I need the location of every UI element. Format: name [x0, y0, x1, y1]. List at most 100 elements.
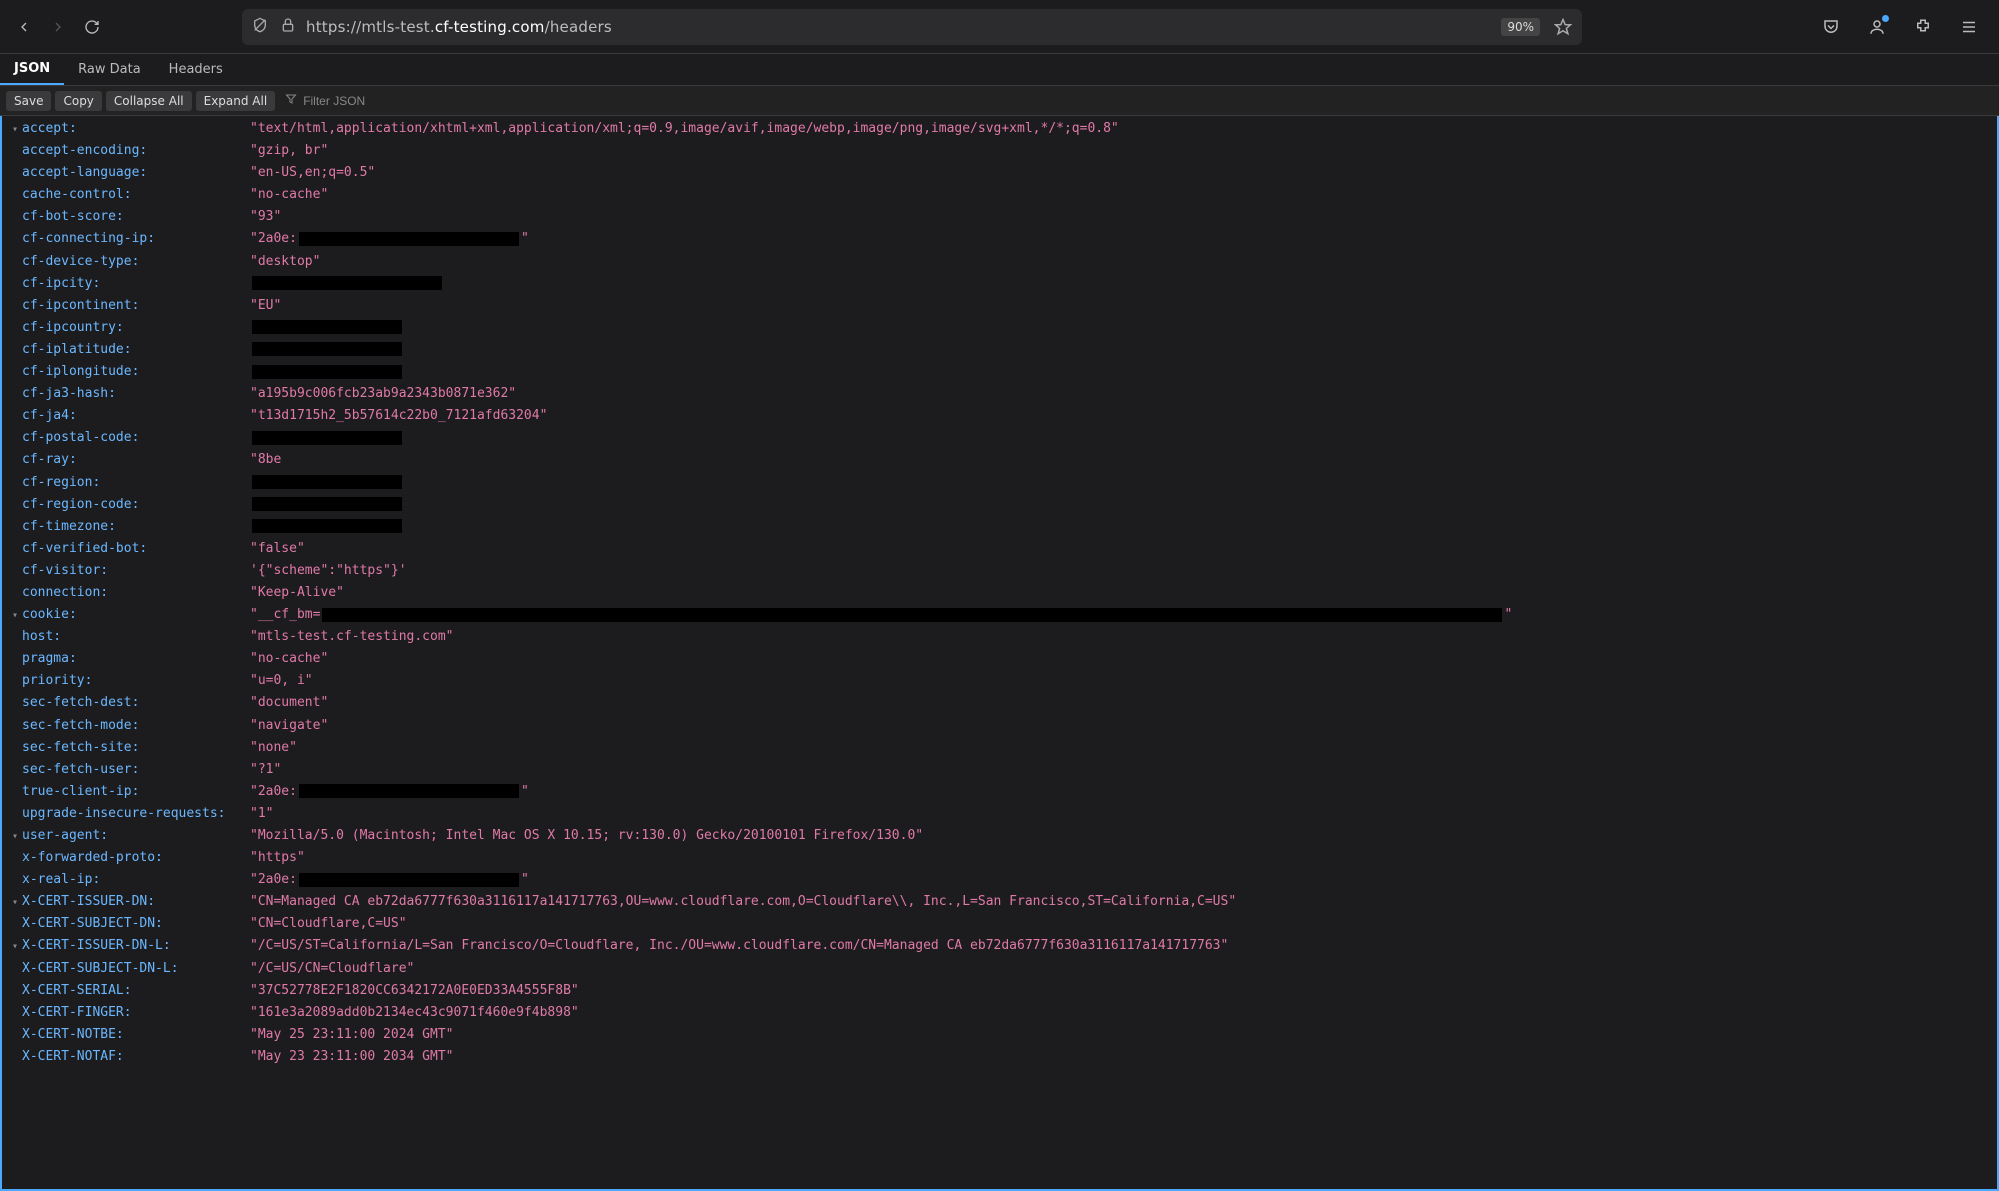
- redacted: [252, 497, 402, 511]
- tab-json[interactable]: JSON: [0, 54, 64, 85]
- json-value: "https": [250, 847, 305, 869]
- browser-toolbar: https://mtls-test.cf-testing.com/headers…: [0, 0, 1999, 54]
- json-key: cf-ipcity:: [22, 273, 250, 295]
- json-value: [250, 361, 404, 383]
- json-value: "mtls-test.cf-testing.com": [250, 626, 454, 648]
- redacted: [252, 365, 402, 379]
- tab-headers[interactable]: Headers: [155, 54, 237, 85]
- json-key: cookie:: [22, 604, 250, 626]
- toggle-icon[interactable]: [12, 825, 22, 847]
- expand-all-button[interactable]: Expand All: [196, 91, 276, 111]
- json-key: cf-postal-code:: [22, 427, 250, 449]
- json-value: "CN=Cloudflare,C=US": [250, 913, 407, 935]
- redacted: [252, 342, 402, 356]
- json-value: [250, 472, 404, 494]
- redacted: [252, 320, 402, 334]
- toggle-icon[interactable]: [12, 891, 22, 913]
- json-value: "no-cache": [250, 184, 328, 206]
- lock-icon[interactable]: [280, 17, 296, 37]
- json-value: "no-cache": [250, 648, 328, 670]
- json-value: "none": [250, 737, 297, 759]
- json-key: cf-connecting-ip:: [22, 228, 250, 250]
- json-key: priority:: [22, 670, 250, 692]
- toggle-icon[interactable]: [12, 604, 22, 626]
- json-value: [250, 427, 404, 449]
- save-button[interactable]: Save: [6, 91, 51, 111]
- redacted: [252, 431, 402, 445]
- json-key: sec-fetch-mode:: [22, 715, 250, 737]
- json-key: X-CERT-FINGER:: [22, 1002, 250, 1024]
- json-value: "text/html,application/xhtml+xml,applica…: [250, 118, 1119, 140]
- json-value: "CN=Managed CA eb72da6777f630a3116117a14…: [250, 891, 1236, 913]
- tracking-protection-icon[interactable]: [252, 17, 268, 37]
- json-key: cf-bot-score:: [22, 206, 250, 228]
- json-value: "2a0e:": [250, 228, 529, 250]
- json-key: cf-region-code:: [22, 494, 250, 516]
- json-value: "161e3a2089add0b2134ec43c9071f460e9f4b89…: [250, 1002, 579, 1024]
- json-value: "en-US,en;q=0.5": [250, 162, 375, 184]
- json-key: cf-verified-bot:: [22, 538, 250, 560]
- json-value: "2a0e:": [250, 781, 529, 803]
- redacted: [322, 608, 1502, 622]
- redacted: [299, 873, 519, 887]
- json-key: cache-control:: [22, 184, 250, 206]
- bookmark-star-icon[interactable]: [1554, 18, 1572, 36]
- json-viewer: accept:"text/html,application/xhtml+xml,…: [0, 116, 1999, 1191]
- redacted: [299, 232, 519, 246]
- json-value: '{"scheme":"https"}': [250, 560, 407, 582]
- json-key: sec-fetch-user:: [22, 759, 250, 781]
- json-key: upgrade-insecure-requests:: [22, 803, 250, 825]
- json-value: [250, 494, 404, 516]
- json-key: accept-encoding:: [22, 140, 250, 162]
- back-button[interactable]: [10, 13, 38, 41]
- tab-raw-data[interactable]: Raw Data: [64, 54, 155, 85]
- notification-dot: [1882, 15, 1889, 22]
- redacted: [252, 475, 402, 489]
- reload-button[interactable]: [78, 13, 106, 41]
- json-controls: Save Copy Collapse All Expand All: [0, 86, 1999, 116]
- json-key: true-client-ip:: [22, 781, 250, 803]
- json-key: cf-ja3-hash:: [22, 383, 250, 405]
- json-value: "8be: [250, 449, 281, 471]
- url-text[interactable]: https://mtls-test.cf-testing.com/headers: [306, 18, 1491, 36]
- json-value: "/C=US/CN=Cloudflare": [250, 958, 414, 980]
- forward-button[interactable]: [44, 13, 72, 41]
- json-key: X-CERT-SERIAL:: [22, 980, 250, 1002]
- filter-json-input[interactable]: [303, 94, 453, 108]
- json-value: "2a0e:": [250, 869, 529, 891]
- json-key: X-CERT-NOTAF:: [22, 1046, 250, 1068]
- json-value: "93": [250, 206, 281, 228]
- json-value: "u=0, i": [250, 670, 313, 692]
- json-key: cf-ja4:: [22, 405, 250, 427]
- json-value: "1": [250, 803, 273, 825]
- zoom-badge[interactable]: 90%: [1501, 18, 1540, 36]
- json-key: cf-visitor:: [22, 560, 250, 582]
- account-icon[interactable]: [1863, 13, 1891, 41]
- collapse-all-button[interactable]: Collapse All: [106, 91, 192, 111]
- json-value: "Mozilla/5.0 (Macintosh; Intel Mac OS X …: [250, 825, 923, 847]
- json-value: "document": [250, 692, 328, 714]
- json-key: cf-device-type:: [22, 251, 250, 273]
- json-key: X-CERT-NOTBE:: [22, 1024, 250, 1046]
- json-key: cf-ray:: [22, 449, 250, 471]
- json-key: cf-iplongitude:: [22, 361, 250, 383]
- toggle-icon[interactable]: [12, 118, 22, 140]
- json-key: connection:: [22, 582, 250, 604]
- toggle-icon[interactable]: [12, 935, 22, 957]
- json-key: X-CERT-ISSUER-DN:: [22, 891, 250, 913]
- json-key: cf-timezone:: [22, 516, 250, 538]
- json-key: X-CERT-SUBJECT-DN:: [22, 913, 250, 935]
- redacted: [252, 276, 442, 290]
- json-value: "navigate": [250, 715, 328, 737]
- menu-icon[interactable]: [1955, 13, 1983, 41]
- json-value: [250, 516, 404, 538]
- save-to-pocket-icon[interactable]: [1817, 13, 1845, 41]
- json-key: X-CERT-ISSUER-DN-L:: [22, 935, 250, 957]
- json-value: [250, 317, 404, 339]
- url-bar[interactable]: https://mtls-test.cf-testing.com/headers…: [242, 9, 1582, 45]
- extensions-icon[interactable]: [1909, 13, 1937, 41]
- json-key: x-forwarded-proto:: [22, 847, 250, 869]
- json-value: "May 23 23:11:00 2034 GMT": [250, 1046, 454, 1068]
- json-value: "?1": [250, 759, 281, 781]
- copy-button[interactable]: Copy: [55, 91, 101, 111]
